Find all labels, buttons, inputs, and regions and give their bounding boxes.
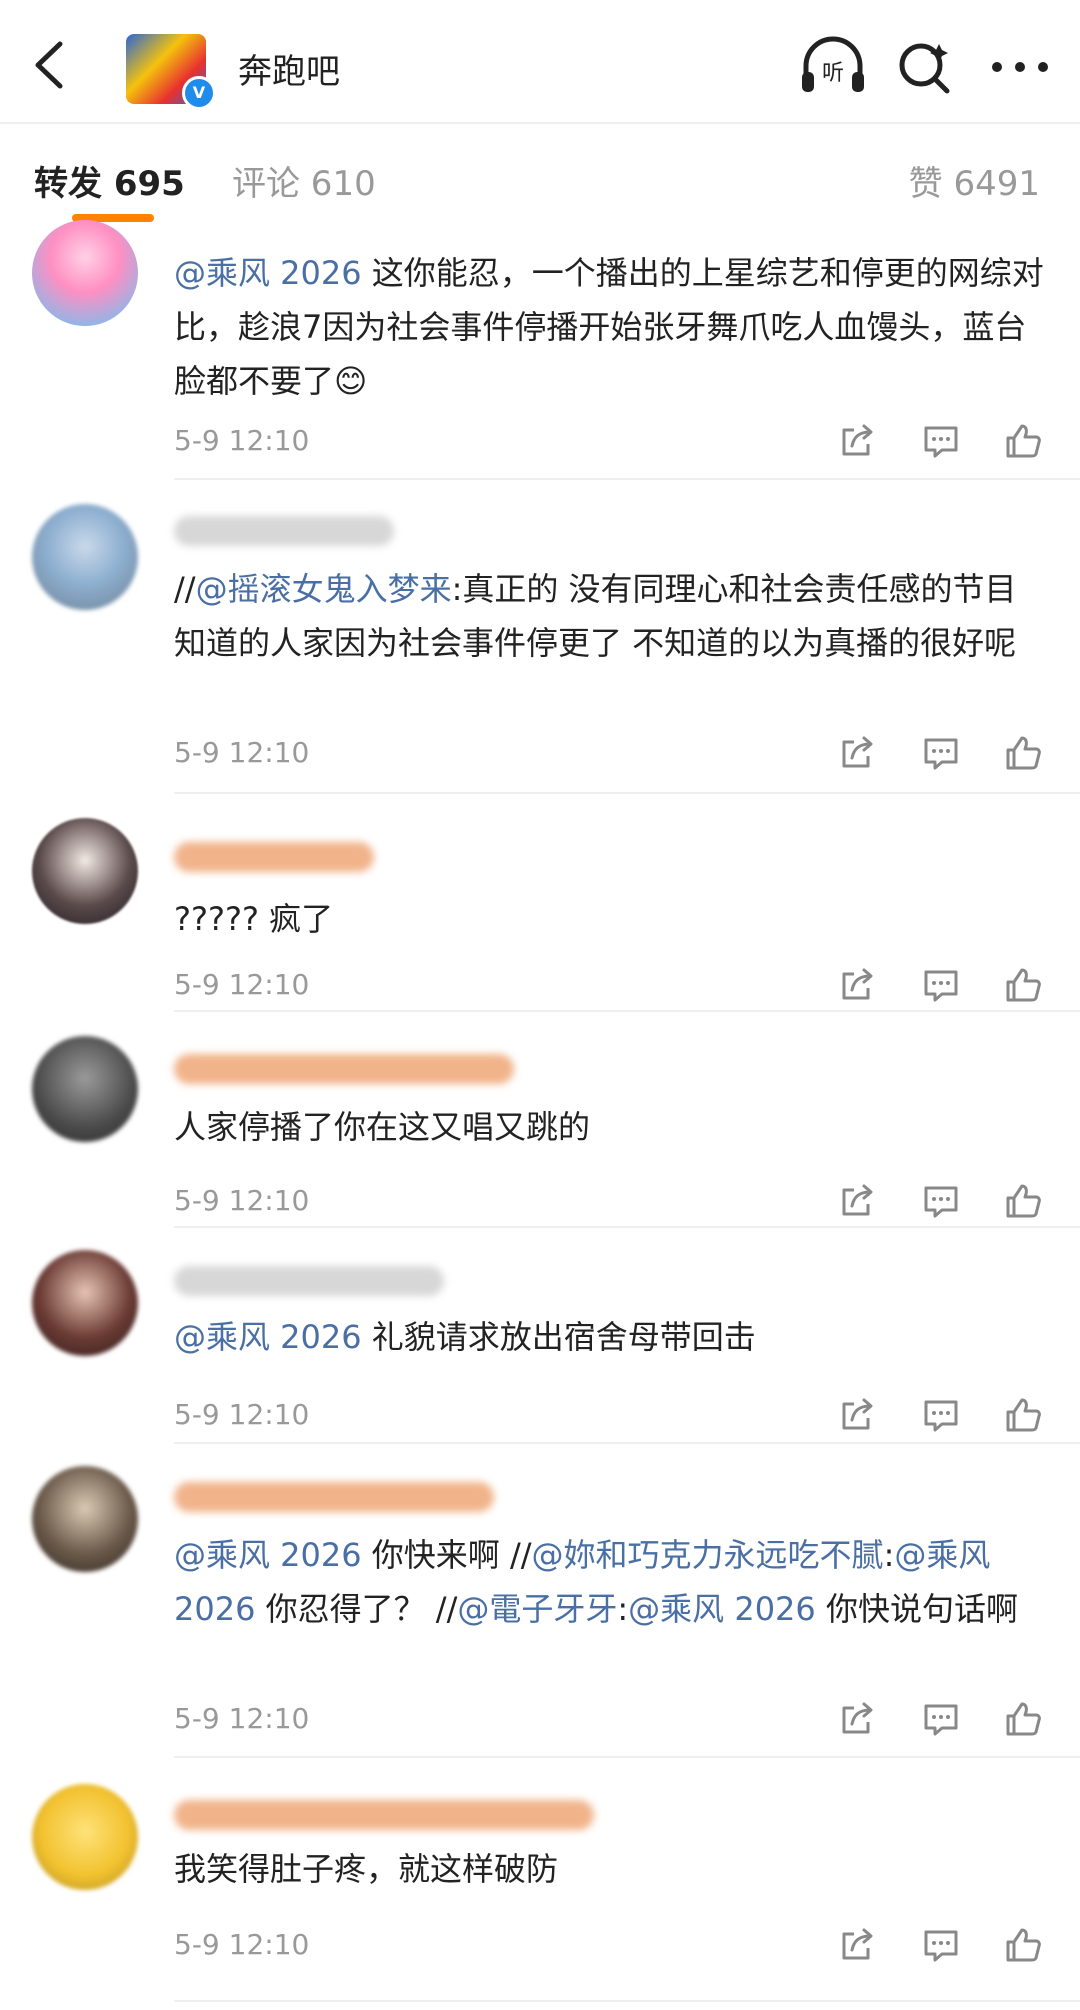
like-icon[interactable] — [1004, 1396, 1042, 1434]
username[interactable] — [174, 516, 394, 546]
comment-icon[interactable] — [922, 1182, 960, 1220]
comment-icon[interactable] — [922, 1700, 960, 1738]
like-icon[interactable] — [1004, 422, 1042, 460]
more-icon[interactable] — [990, 60, 1050, 74]
comment-segment: 人家停播了你在这又唱又跳的 — [174, 1108, 591, 1146]
comment-time: 5-9 12:10 — [174, 968, 310, 1001]
list-item: 我笑得肚子疼，就这样破防 5-9 12:10 — [0, 1760, 1080, 2010]
comment-text: 人家停播了你在这又唱又跳的 — [174, 1100, 1054, 1154]
comment-segment: : — [617, 1590, 629, 1628]
avatar[interactable] — [32, 1466, 138, 1572]
comment-time: 5-9 12:10 — [174, 736, 310, 769]
username[interactable] — [174, 1482, 494, 1512]
share-icon[interactable] — [838, 1926, 876, 1964]
divider — [174, 1756, 1080, 1758]
share-icon[interactable] — [838, 1396, 876, 1434]
avatar[interactable] — [32, 1250, 138, 1356]
comment-actions — [838, 422, 1048, 462]
avatar[interactable] — [32, 818, 138, 924]
comment-text: @乘风 2026 礼貌请求放出宿舍母带回击 — [174, 1310, 1054, 1364]
share-icon[interactable] — [838, 966, 876, 1004]
list-item: @乘风 2026 礼貌请求放出宿舍母带回击 5-9 12:10 — [0, 1228, 1080, 1444]
username[interactable] — [174, 842, 374, 872]
list-item: @乘风 2026 你快来啊 //@妳和巧克力永远吃不腻:@乘风 2026 你忍得… — [0, 1444, 1080, 1760]
comment-actions — [838, 1926, 1048, 1966]
mention-link[interactable]: @摇滚女鬼入梦来 — [196, 570, 452, 608]
comment-segment: // — [174, 570, 196, 608]
comment-segment: 你忍得了？ // — [255, 1590, 458, 1628]
comment-segment: ????? 疯了 — [174, 900, 334, 938]
comment-time: 5-9 12:10 — [174, 1928, 310, 1961]
comment-text: ????? 疯了 — [174, 892, 1054, 946]
share-icon[interactable] — [838, 422, 876, 460]
list-item: @乘风 2026 这你能忍，一个播出的上星综艺和停更的网综对比，趁浪7因为社会事… — [0, 220, 1080, 480]
avatar[interactable] — [32, 1036, 138, 1142]
comment-segment: 你快来啊 // — [361, 1536, 532, 1574]
comment-segment: 我笑得肚子疼，就这样破防 — [174, 1850, 559, 1888]
comment-segment: 你快说句话啊 — [815, 1590, 1018, 1628]
avatar[interactable] — [32, 220, 138, 326]
share-icon[interactable] — [838, 1700, 876, 1738]
divider — [174, 2000, 1080, 2002]
comment-icon[interactable] — [922, 422, 960, 460]
username[interactable] — [174, 1054, 514, 1084]
mention-link[interactable]: @電子牙牙 — [457, 1590, 617, 1628]
comment-actions — [838, 1700, 1048, 1740]
comment-actions — [838, 734, 1048, 774]
like-icon[interactable] — [1004, 734, 1042, 772]
tab-repost[interactable]: 转发 695 — [34, 156, 185, 205]
username[interactable] — [174, 1800, 594, 1830]
list-item: 人家停播了你在这又唱又跳的 5-9 12:10 — [0, 1012, 1080, 1228]
svg-text:听: 听 — [822, 61, 844, 86]
share-icon[interactable] — [838, 1182, 876, 1220]
like-icon[interactable] — [1004, 1926, 1042, 1964]
list-item: ????? 疯了 5-9 12:10 — [0, 796, 1080, 1012]
mention-link[interactable]: @乘风 2026 — [174, 1536, 362, 1574]
like-icon[interactable] — [1004, 966, 1042, 1004]
listen-icon[interactable]: 听 — [798, 36, 868, 96]
comment-text: @乘风 2026 这你能忍，一个播出的上星综艺和停更的网综对比，趁浪7因为社会事… — [174, 246, 1054, 408]
verified-badge: V — [182, 76, 216, 110]
back-icon[interactable] — [28, 38, 72, 92]
like-icon[interactable] — [1004, 1182, 1042, 1220]
tab-comment[interactable]: 评论 610 — [232, 156, 376, 205]
mention-link[interactable]: @乘风 2026 — [174, 254, 362, 292]
top-bar: V 奔跑吧 听 — [0, 0, 1080, 124]
share-icon[interactable] — [838, 734, 876, 772]
comment-time: 5-9 12:10 — [174, 1398, 310, 1431]
comment-text: //@摇滚女鬼入梦来:真正的 没有同理心和社会责任感的节目 知道的人家因为社会事… — [174, 562, 1054, 670]
list-item: //@摇滚女鬼入梦来:真正的 没有同理心和社会责任感的节目 知道的人家因为社会事… — [0, 480, 1080, 796]
mention-link[interactable]: @乘风 2026 — [174, 1318, 362, 1356]
comment-time: 5-9 12:10 — [174, 424, 310, 457]
mention-link[interactable]: @妳和巧克力永远吃不腻 — [532, 1536, 884, 1574]
comment-segment: 礼貌请求放出宿舍母带回击 — [361, 1318, 756, 1356]
tab-like[interactable]: 赞 6491 — [909, 156, 1040, 205]
comment-actions — [838, 1182, 1048, 1222]
username[interactable] — [174, 1266, 444, 1296]
comment-time: 5-9 12:10 — [174, 1702, 310, 1735]
like-icon[interactable] — [1004, 1700, 1042, 1738]
search-icon[interactable] — [895, 38, 955, 98]
tab-bar: 转发 695 评论 610 赞 6491 — [0, 124, 1080, 230]
comment-icon[interactable] — [922, 1396, 960, 1434]
avatar[interactable] — [32, 504, 138, 610]
comment-segment: : — [883, 1536, 895, 1574]
divider — [174, 792, 1080, 794]
account-avatar[interactable]: V — [126, 34, 216, 110]
mention-link[interactable]: @乘风 2026 — [628, 1590, 816, 1628]
comment-time: 5-9 12:10 — [174, 1184, 310, 1217]
account-name[interactable]: 奔跑吧 — [238, 44, 340, 93]
comment-icon[interactable] — [922, 966, 960, 1004]
avatar[interactable] — [32, 1784, 138, 1890]
comment-text: 我笑得肚子疼，就这样破防 — [174, 1842, 1054, 1896]
comment-actions — [838, 1396, 1048, 1436]
comment-icon[interactable] — [922, 734, 960, 772]
comment-icon[interactable] — [922, 1926, 960, 1964]
comment-text: @乘风 2026 你快来啊 //@妳和巧克力永远吃不腻:@乘风 2026 你忍得… — [174, 1528, 1054, 1636]
comment-segment: 😊 — [334, 362, 368, 400]
comment-actions — [838, 966, 1048, 1006]
